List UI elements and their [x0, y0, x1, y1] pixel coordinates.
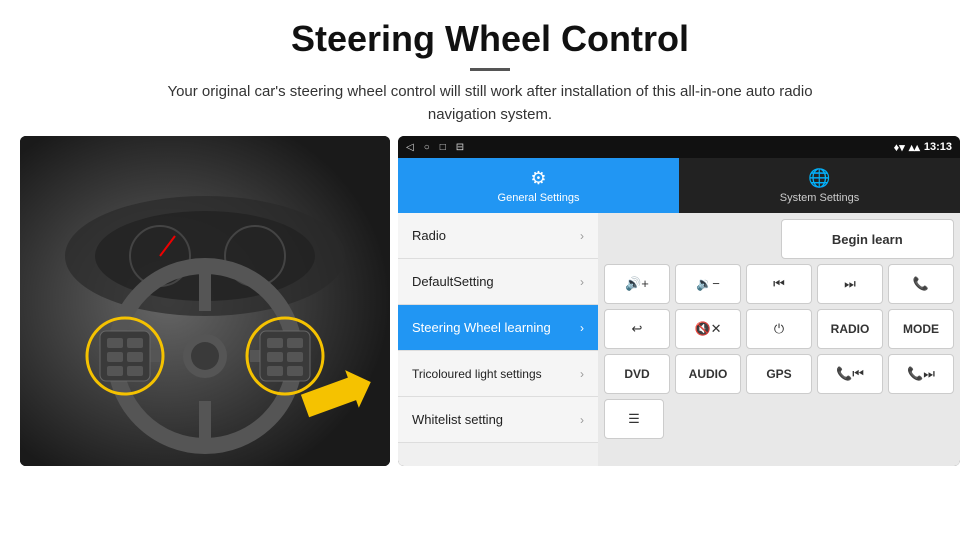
mute-button[interactable]: 🔇✕ — [675, 309, 741, 349]
tab-system-label: System Settings — [780, 192, 859, 204]
menu-item-steering[interactable]: Steering Wheel learning › — [398, 305, 598, 351]
steering-wheel-svg — [20, 136, 390, 466]
phone-prev-button[interactable]: 📞⏮ — [817, 354, 883, 394]
menu-list: Radio › DefaultSetting › Steering Wheel … — [398, 213, 598, 466]
dvd-button[interactable]: DVD — [604, 354, 670, 394]
controls-row-1: Begin learn — [604, 219, 954, 259]
tab-system[interactable]: 🌐 System Settings — [679, 158, 960, 213]
status-bar-info: ♦▾ ▴▴ 13:13 — [894, 141, 952, 154]
vol-up-icon: 🔊+ — [625, 276, 649, 292]
header-section: Steering Wheel Control Your original car… — [0, 0, 980, 136]
mode-button[interactable]: MODE — [888, 309, 954, 349]
menu-item-whitelist[interactable]: Whitelist setting › — [398, 397, 598, 443]
nav-back-icon[interactable]: ◁ — [406, 142, 414, 153]
menu-radio-label: Radio — [412, 228, 446, 243]
chevron-icon: › — [580, 229, 584, 243]
tab-general-label: General Settings — [498, 192, 580, 204]
menu-tricoloured-label: Tricoloured light settings — [412, 367, 542, 381]
controls-row-4: DVD AUDIO GPS 📞⏮ 📞⏭ — [604, 354, 954, 394]
menu-item-radio[interactable]: Radio › — [398, 213, 598, 259]
content-area: ◁ ○ □ ⊟ ♦▾ ▴▴ 13:13 ⚙ General Settings — [0, 136, 980, 549]
nav-cast-icon[interactable]: ⊟ — [456, 142, 464, 153]
controls-row-3: ↩ 🔇✕ ⏻ RADIO MODE — [604, 309, 954, 349]
chevron-icon: › — [580, 367, 584, 381]
controls-row-5: ☰ — [604, 399, 954, 439]
phone-next-icon: 📞⏭ — [907, 366, 935, 382]
page-container: Steering Wheel Control Your original car… — [0, 0, 980, 549]
nav-square-icon[interactable]: □ — [440, 142, 446, 153]
chevron-icon: › — [580, 321, 584, 335]
tab-bar: ⚙ General Settings 🌐 System Settings — [398, 158, 960, 213]
radio-button[interactable]: RADIO — [817, 309, 883, 349]
hang-up-button[interactable]: ↩ — [604, 309, 670, 349]
tab-general[interactable]: ⚙ General Settings — [398, 158, 679, 213]
menu-item-tricoloured[interactable]: Tricoloured light settings › — [398, 351, 598, 397]
vol-down-button[interactable]: 🔉− — [675, 264, 741, 304]
general-settings-icon: ⚙ — [530, 168, 546, 189]
status-bar: ◁ ○ □ ⊟ ♦▾ ▴▴ 13:13 — [398, 136, 960, 158]
phone-prev-icon: 📞⏮ — [836, 366, 864, 382]
power-icon: ⏻ — [774, 321, 784, 337]
next-button[interactable]: ⏭ — [817, 264, 883, 304]
chevron-icon: › — [580, 275, 584, 289]
phone-next-button[interactable]: 📞⏭ — [888, 354, 954, 394]
prev-button[interactable]: ⏮ — [746, 264, 812, 304]
page-title: Steering Wheel Control — [40, 18, 940, 60]
prev-icon: ⏮ — [773, 276, 785, 292]
car-image — [20, 136, 390, 466]
nav-home-icon[interactable]: ○ — [424, 142, 430, 153]
menu-item-default[interactable]: DefaultSetting › — [398, 259, 598, 305]
vol-down-icon: 🔉− — [696, 276, 720, 292]
car-image-bg — [20, 136, 390, 466]
clock: 13:13 — [924, 141, 952, 153]
menu-steering-label: Steering Wheel learning — [412, 320, 551, 335]
menu-default-label: DefaultSetting — [412, 274, 494, 289]
vol-up-button[interactable]: 🔊+ — [604, 264, 670, 304]
title-divider — [470, 68, 510, 71]
list-icon: ☰ — [628, 411, 640, 427]
status-bar-nav: ◁ ○ □ ⊟ — [406, 142, 464, 153]
begin-learn-button[interactable]: Begin learn — [781, 219, 955, 259]
hang-up-icon: ↩ — [632, 321, 643, 337]
controls-panel: Begin learn 🔊+ 🔉− ⏮ — [598, 213, 960, 466]
system-settings-icon: 🌐 — [808, 168, 830, 189]
main-panel: Radio › DefaultSetting › Steering Wheel … — [398, 213, 960, 466]
phone-button[interactable]: 📞 — [888, 264, 954, 304]
power-button[interactable]: ⏻ — [746, 309, 812, 349]
menu-whitelist-label: Whitelist setting — [412, 412, 503, 427]
controls-row-2: 🔊+ 🔉− ⏮ ⏭ 📞 — [604, 264, 954, 304]
gps-button[interactable]: GPS — [746, 354, 812, 394]
phone-icon: 📞 — [913, 276, 929, 292]
android-ui: ◁ ○ □ ⊟ ♦▾ ▴▴ 13:13 ⚙ General Settings — [398, 136, 960, 466]
list-button[interactable]: ☰ — [604, 399, 664, 439]
mute-icon: 🔇✕ — [694, 321, 721, 337]
empty-cell — [604, 219, 776, 259]
next-icon: ⏭ — [844, 276, 856, 292]
wifi-icon: ♦▾ — [894, 141, 905, 154]
signal-icon: ▴▴ — [909, 141, 920, 154]
audio-button[interactable]: AUDIO — [675, 354, 741, 394]
page-subtitle: Your original car's steering wheel contr… — [140, 81, 840, 126]
chevron-icon: › — [580, 413, 584, 427]
